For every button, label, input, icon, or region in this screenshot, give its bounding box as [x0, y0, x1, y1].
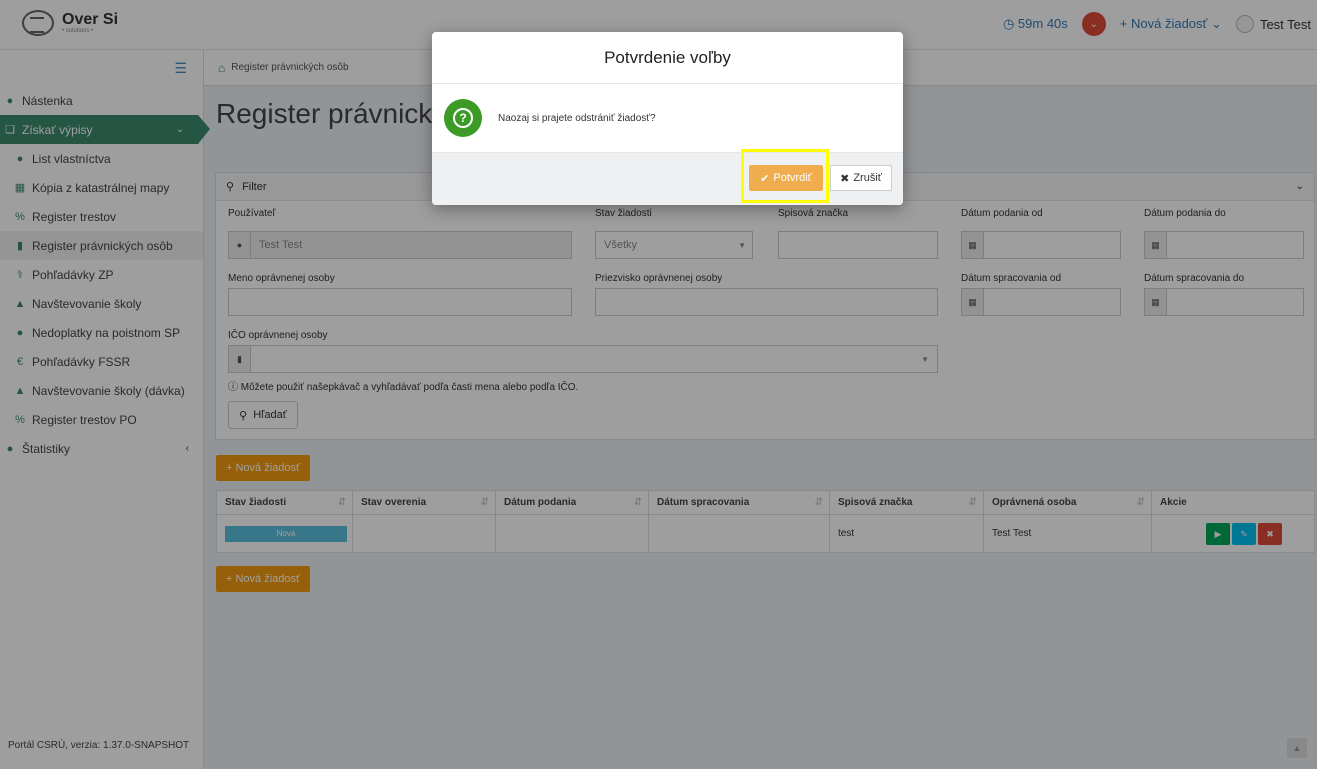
cancel-button[interactable]: ✖ Zrušiť — [830, 165, 892, 191]
dialog-message: Naozaj si prajete odstrániť žiadosť? — [498, 112, 656, 124]
check-icon: ✔ — [760, 172, 770, 185]
dialog-title: Potvrdenie voľby — [432, 32, 903, 84]
confirm-dialog: Potvrdenie voľby ? Naozaj si prajete ods… — [432, 32, 903, 205]
close-icon: ✖ — [840, 172, 850, 185]
question-icon: ? — [444, 99, 482, 137]
confirm-button[interactable]: ✔ Potvrdiť — [749, 165, 823, 191]
